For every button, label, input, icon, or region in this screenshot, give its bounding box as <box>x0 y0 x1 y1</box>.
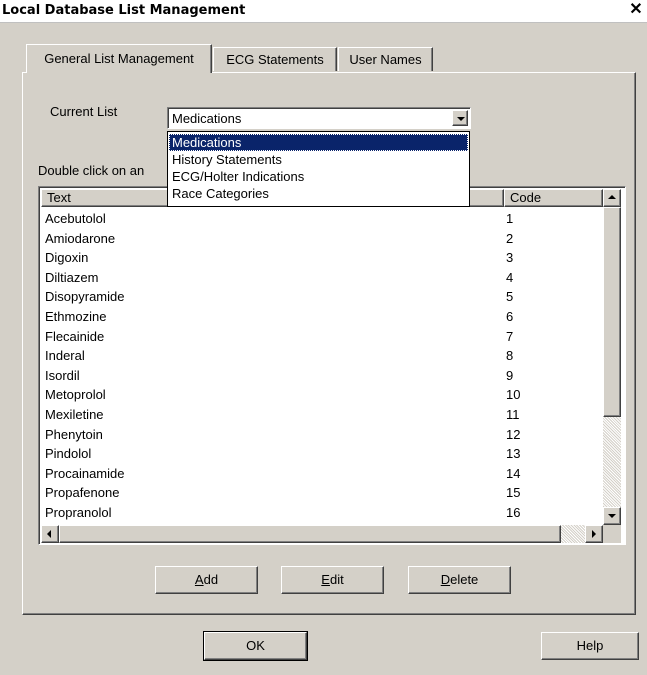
column-header-code[interactable]: Code <box>504 189 603 207</box>
table-row[interactable]: Ethmozine 6 <box>45 307 605 326</box>
row-code: 10 <box>506 387 521 403</box>
delete-mnemonic: D <box>440 572 451 587</box>
scroll-right-button[interactable] <box>585 525 603 543</box>
row-text: Mexiletine <box>45 407 104 422</box>
arrow-down-icon <box>608 514 616 518</box>
row-text: Propafenone <box>45 485 120 501</box>
vertical-scroll-thumb[interactable] <box>603 207 621 417</box>
dropdown-option-history-statements[interactable]: History Statements <box>169 151 468 168</box>
tab-general-list-management[interactable]: General List Management <box>26 44 212 73</box>
row-text: Disopyramide <box>45 289 125 305</box>
table-row[interactable]: Digoxin 3 <box>45 248 605 267</box>
dropdown-option-ecg-holter-indications[interactable]: ECG/Holter Indications <box>169 168 468 185</box>
arrow-left-icon <box>47 530 51 538</box>
instruction-text: Double click on an <box>38 163 145 178</box>
table-row[interactable]: Metoprolol 10 <box>45 385 605 404</box>
combobox-dropdown-button[interactable] <box>452 110 468 126</box>
list-view[interactable]: Text Code Acebutolol 1 Amiodarone 2 Digoxin 3… <box>38 186 626 545</box>
dropdown-option-medications[interactable]: Medications <box>169 134 468 151</box>
row-code: 13 <box>506 446 521 462</box>
edit-mnemonic: E <box>321 572 330 587</box>
row-text: Isordil <box>45 367 80 383</box>
row-text: Flecainide <box>45 328 105 344</box>
edit-button[interactable]: Edit <box>281 566 384 594</box>
row-code: 9 <box>506 367 514 383</box>
row-text: Diltiazem <box>45 269 99 285</box>
chevron-down-icon <box>457 117 465 121</box>
row-text: Acebutolol <box>45 211 106 226</box>
row-code: 11 <box>506 407 520 422</box>
current-list-value: Medications <box>172 111 242 126</box>
row-text: Metoprolol <box>45 387 106 403</box>
current-list-combobox[interactable]: Medications <box>167 107 471 129</box>
row-text: Digoxin <box>45 250 89 266</box>
table-row[interactable]: Propranolol 16 <box>45 503 605 522</box>
row-code: 4 <box>506 269 514 285</box>
row-text: Ethmozine <box>45 309 107 324</box>
scroll-left-button[interactable] <box>41 525 59 543</box>
row-text: Amiodarone <box>45 230 116 246</box>
scroll-up-button[interactable] <box>603 189 621 207</box>
table-row[interactable]: Disopyramide 5 <box>45 287 605 306</box>
edit-label: dit <box>329 572 344 587</box>
add-button[interactable]: Add <box>155 566 258 594</box>
help-button[interactable]: Help <box>541 632 639 660</box>
current-list-label: Current List <box>50 104 118 119</box>
arrow-up-icon <box>608 195 616 199</box>
scrollbar-corner <box>603 525 621 543</box>
table-row[interactable]: Flecainide 7 <box>45 327 605 346</box>
row-code: 3 <box>506 250 514 266</box>
row-text: Inderal <box>45 348 85 364</box>
tab-user-names[interactable]: User Names <box>338 47 433 71</box>
tab-ecg-statements[interactable]: ECG Statements <box>213 47 337 71</box>
close-icon[interactable]: ✕ <box>628 1 644 19</box>
add-label: dd <box>203 572 219 587</box>
add-mnemonic: A <box>194 572 204 587</box>
table-row[interactable]: Phenytoin 12 <box>45 425 605 444</box>
dropdown-option-race-categories[interactable]: Race Categories <box>169 185 468 202</box>
row-code: 5 <box>506 289 514 305</box>
table-row[interactable]: Amiodarone 2 <box>45 229 605 248</box>
delete-label: elete <box>450 572 479 587</box>
window-title: Local Database List Management <box>2 3 246 18</box>
row-code: 6 <box>506 309 514 324</box>
horizontal-scroll-thumb[interactable] <box>59 525 561 543</box>
table-row[interactable]: Diltiazem 4 <box>45 268 605 287</box>
row-code: 8 <box>506 348 514 364</box>
delete-button[interactable]: Delete <box>408 566 511 594</box>
table-row[interactable]: Propafenone 15 <box>45 483 605 502</box>
table-row[interactable]: Procainamide 14 <box>45 464 605 483</box>
table-row[interactable]: Acebutolol 1 <box>45 209 605 228</box>
row-code: 1 <box>506 211 514 226</box>
table-row[interactable]: Mexiletine 11 <box>45 405 605 424</box>
ok-button[interactable]: OK <box>203 631 308 661</box>
arrow-right-icon <box>592 530 596 538</box>
row-code: 14 <box>506 465 521 481</box>
table-row[interactable]: Isordil 9 <box>45 366 605 385</box>
row-code: 7 <box>506 328 514 344</box>
row-text: Pindolol <box>45 446 92 462</box>
title-bar: Local Database List Management ✕ <box>0 0 647 23</box>
row-code: 12 <box>506 426 521 442</box>
row-code: 2 <box>506 230 514 246</box>
row-text: Phenytoin <box>45 426 103 442</box>
row-text: Procainamide <box>45 465 125 481</box>
table-row[interactable]: Inderal 8 <box>45 346 605 365</box>
horizontal-scrollbar[interactable] <box>41 525 603 543</box>
row-text: Propranolol <box>45 505 112 520</box>
table-row[interactable]: Pindolol 13 <box>45 444 605 463</box>
row-code: 15 <box>506 485 521 501</box>
current-list-dropdown: Medications History Statements ECG/Holte… <box>167 131 470 207</box>
scroll-down-button[interactable] <box>603 507 621 525</box>
row-code: 16 <box>506 505 521 520</box>
vertical-scrollbar[interactable] <box>603 189 621 525</box>
